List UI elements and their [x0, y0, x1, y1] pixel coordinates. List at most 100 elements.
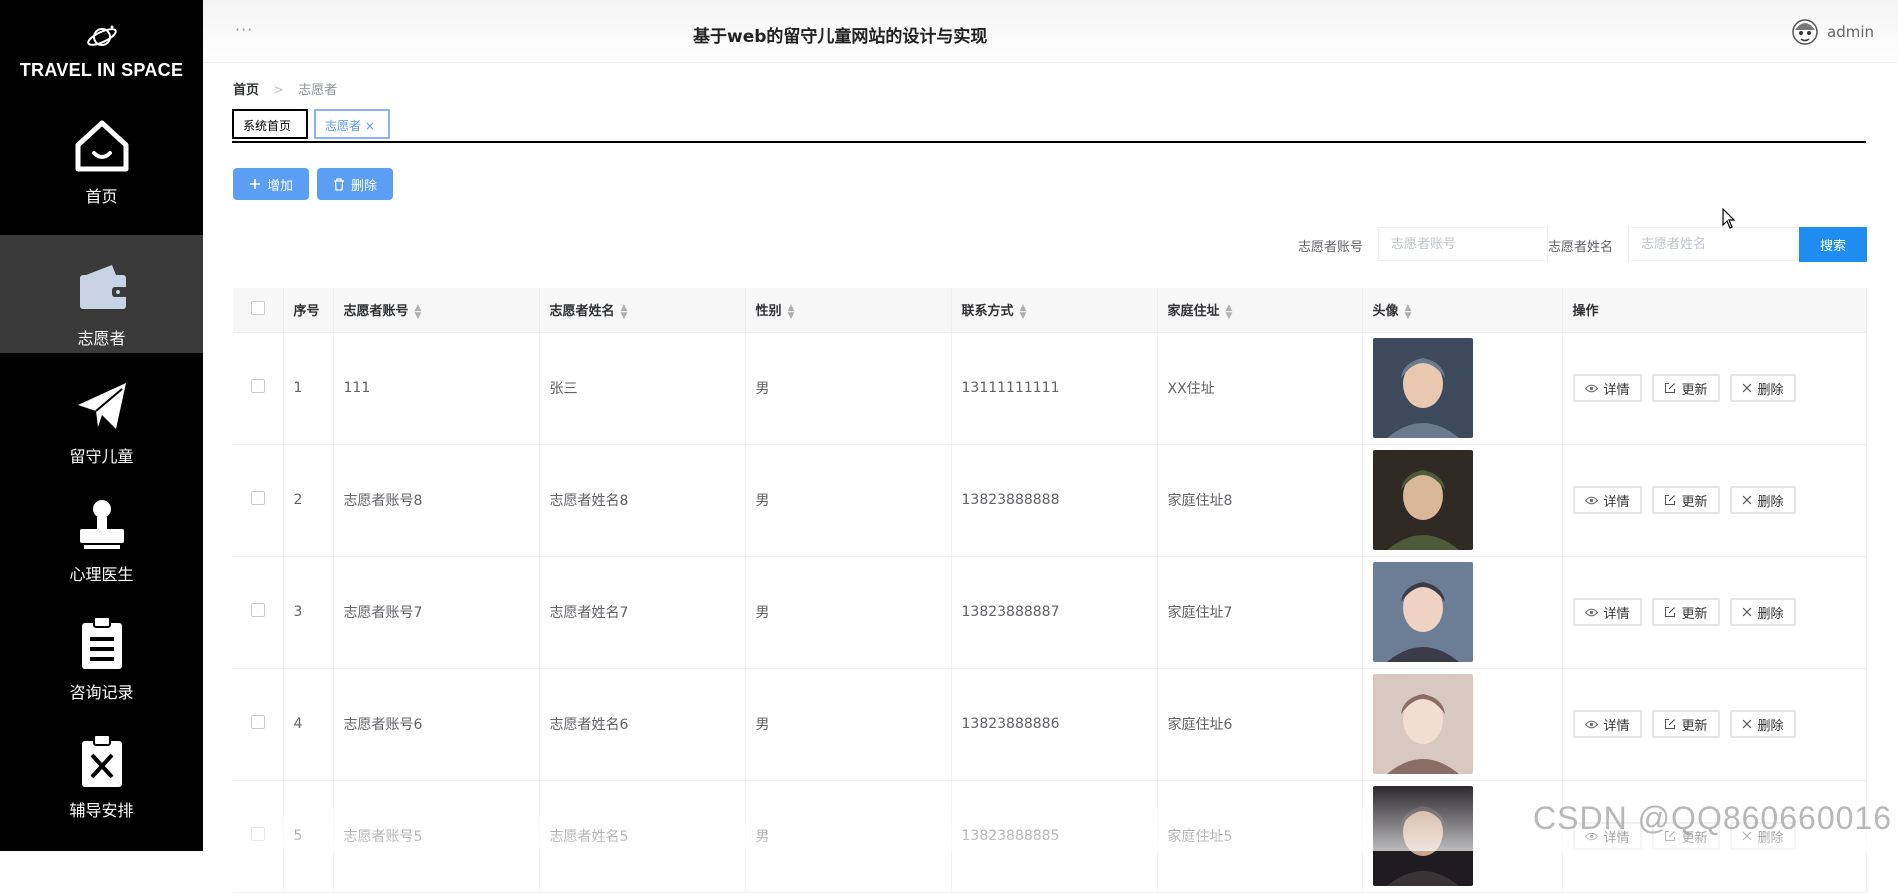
sort-icon[interactable]: ▲ ▼	[621, 303, 628, 320]
row-checkbox[interactable]	[250, 379, 265, 393]
row-select-cell	[233, 332, 284, 445]
cell-avatar	[1362, 780, 1563, 893]
edit-icon	[1664, 831, 1675, 841]
top-header: ··· 基于web的留守儿童网站的设计与实现 admin	[203, 0, 1898, 63]
column-header-name[interactable]: 志愿者姓名 ▲ ▼	[539, 288, 746, 333]
menu-toggle-icon[interactable]: ···	[235, 20, 253, 39]
sidebar-item-label: 心理医生	[69, 565, 134, 584]
table-row[interactable]: 5 志愿者账号5 志愿者姓名5 男 13823888885 家庭住址5 详情 更…	[233, 780, 1867, 893]
detail-label: 详情	[1603, 494, 1630, 510]
sort-icon[interactable]: ▲ ▼	[1226, 303, 1233, 320]
row-checkbox[interactable]	[250, 827, 265, 841]
detail-label: 详情	[1603, 718, 1630, 734]
detail-button[interactable]: 详情	[1572, 486, 1642, 514]
row-select-cell	[233, 668, 284, 781]
cell-name: 志愿者姓名7	[539, 556, 746, 669]
table-row[interactable]: 2 志愿者账号8 志愿者姓名8 男 13823888888 家庭住址8 详情 更…	[233, 444, 1867, 557]
column-header-label: 志愿者账号	[343, 304, 409, 319]
sidebar-item-home[interactable]: 首页	[0, 117, 203, 235]
cell-index: 3	[283, 556, 334, 669]
update-button[interactable]: 更新	[1651, 598, 1720, 626]
user-menu[interactable]: admin	[1791, 18, 1874, 46]
sidebar-item-volunteer[interactable]: 志愿者	[0, 235, 203, 353]
sidebar-item-doctor[interactable]: 心理医生	[0, 471, 203, 589]
table-row[interactable]: 3 志愿者账号7 志愿者姓名7 男 13823888887 家庭住址7 详情 更…	[233, 556, 1867, 669]
row-checkbox[interactable]	[250, 715, 265, 729]
detail-button[interactable]: 详情	[1572, 710, 1642, 738]
cell-phone: 13823888888	[951, 444, 1158, 557]
eye-icon	[1584, 384, 1598, 392]
batch-delete-button[interactable]: 删除	[317, 168, 393, 200]
column-header-address[interactable]: 家庭住址 ▲ ▼	[1157, 288, 1363, 333]
cell-account: 志愿者账号5	[333, 780, 540, 893]
row-checkbox[interactable]	[250, 491, 265, 505]
sidebar-item-label: 首页	[85, 187, 118, 206]
edit-icon	[1664, 607, 1675, 617]
brand-name: TRAVEL IN SPACE	[19, 60, 184, 80]
avatar-image[interactable]	[1372, 562, 1473, 662]
tag-system-home[interactable]: 系统首页	[232, 109, 308, 139]
column-header-phone[interactable]: 联系方式 ▲ ▼	[951, 288, 1158, 333]
select-all-checkbox[interactable]	[250, 300, 265, 315]
cell-address: 家庭住址5	[1157, 780, 1363, 893]
tag-label: 志愿者	[325, 119, 362, 133]
row-delete-button[interactable]: 删除	[1729, 598, 1796, 626]
search-button[interactable]: 搜索	[1799, 227, 1867, 262]
close-icon[interactable]: ×	[365, 119, 375, 133]
select-all-cell	[233, 288, 284, 333]
paper-plane-icon	[77, 383, 126, 429]
table-row[interactable]: 1 111 张三 男 13111111111 XX住址 详情 更新 删除	[233, 332, 1867, 445]
row-delete-button[interactable]: 删除	[1729, 822, 1796, 850]
cell-avatar	[1362, 556, 1563, 669]
cell-address: XX住址	[1157, 332, 1363, 445]
cell-avatar	[1362, 332, 1563, 445]
update-button[interactable]: 更新	[1651, 374, 1720, 402]
row-delete-button[interactable]: 删除	[1729, 374, 1796, 402]
sidebar-item-label: 留守儿童	[69, 447, 134, 466]
update-button[interactable]: 更新	[1651, 710, 1720, 738]
cell-phone: 13823888885	[951, 780, 1158, 893]
cell-actions: 详情 更新 删除	[1562, 556, 1867, 669]
detail-button[interactable]: 详情	[1572, 374, 1642, 402]
column-header-label: 头像	[1372, 304, 1399, 319]
tag-label: 系统首页	[243, 119, 292, 133]
avatar-image[interactable]	[1372, 338, 1473, 438]
sort-icon[interactable]: ▲ ▼	[415, 303, 422, 320]
sort-icon[interactable]: ▲ ▼	[1020, 303, 1027, 320]
cell-avatar	[1362, 668, 1563, 781]
add-button[interactable]: 增加	[233, 168, 309, 200]
delete-label: 删除	[1757, 606, 1784, 622]
row-delete-button[interactable]: 删除	[1729, 486, 1796, 514]
name-search-input[interactable]	[1628, 227, 1798, 261]
column-header-gender[interactable]: 性别 ▲ ▼	[745, 288, 952, 333]
avatar-image[interactable]	[1372, 786, 1473, 886]
table-row[interactable]: 4 志愿者账号6 志愿者姓名6 男 13823888886 家庭住址6 详情 更…	[233, 668, 1867, 781]
avatar-image[interactable]	[1372, 450, 1473, 550]
avatar-image[interactable]	[1372, 674, 1473, 774]
eye-icon	[1584, 832, 1598, 840]
breadcrumb-home[interactable]: 首页	[233, 83, 259, 98]
update-button[interactable]: 更新	[1651, 822, 1720, 850]
sort-icon[interactable]: ▲ ▼	[1405, 303, 1412, 320]
detail-button[interactable]: 详情	[1572, 598, 1642, 626]
edit-icon	[1664, 495, 1675, 505]
sidebar-item-consult[interactable]: 咨询记录	[0, 589, 203, 707]
update-label: 更新	[1681, 718, 1708, 734]
row-delete-button[interactable]: 删除	[1729, 710, 1796, 738]
sort-icon[interactable]: ▲ ▼	[788, 303, 795, 320]
close-icon	[1742, 831, 1751, 841]
column-header-account[interactable]: 志愿者账号 ▲ ▼	[333, 288, 540, 333]
row-checkbox[interactable]	[250, 603, 265, 617]
clipboard-icon	[81, 616, 122, 669]
update-button[interactable]: 更新	[1651, 486, 1720, 514]
cell-account: 志愿者账号7	[333, 556, 540, 669]
account-search-input[interactable]	[1378, 227, 1548, 261]
sidebar-item-schedule[interactable]: 辅导安排	[0, 707, 203, 825]
sidebar-item-children[interactable]: 留守儿童	[0, 353, 203, 471]
tag-volunteer[interactable]: 志愿者 ×	[314, 109, 390, 139]
table-body: 1 111 张三 男 13111111111 XX住址 详情 更新 删除 2 志…	[233, 332, 1867, 893]
column-header-avatar[interactable]: 头像 ▲ ▼	[1362, 288, 1563, 333]
sidebar-item-label: 志愿者	[77, 329, 126, 348]
detail-button[interactable]: 详情	[1572, 822, 1642, 850]
account-search-label: 志愿者账号	[1298, 240, 1364, 255]
